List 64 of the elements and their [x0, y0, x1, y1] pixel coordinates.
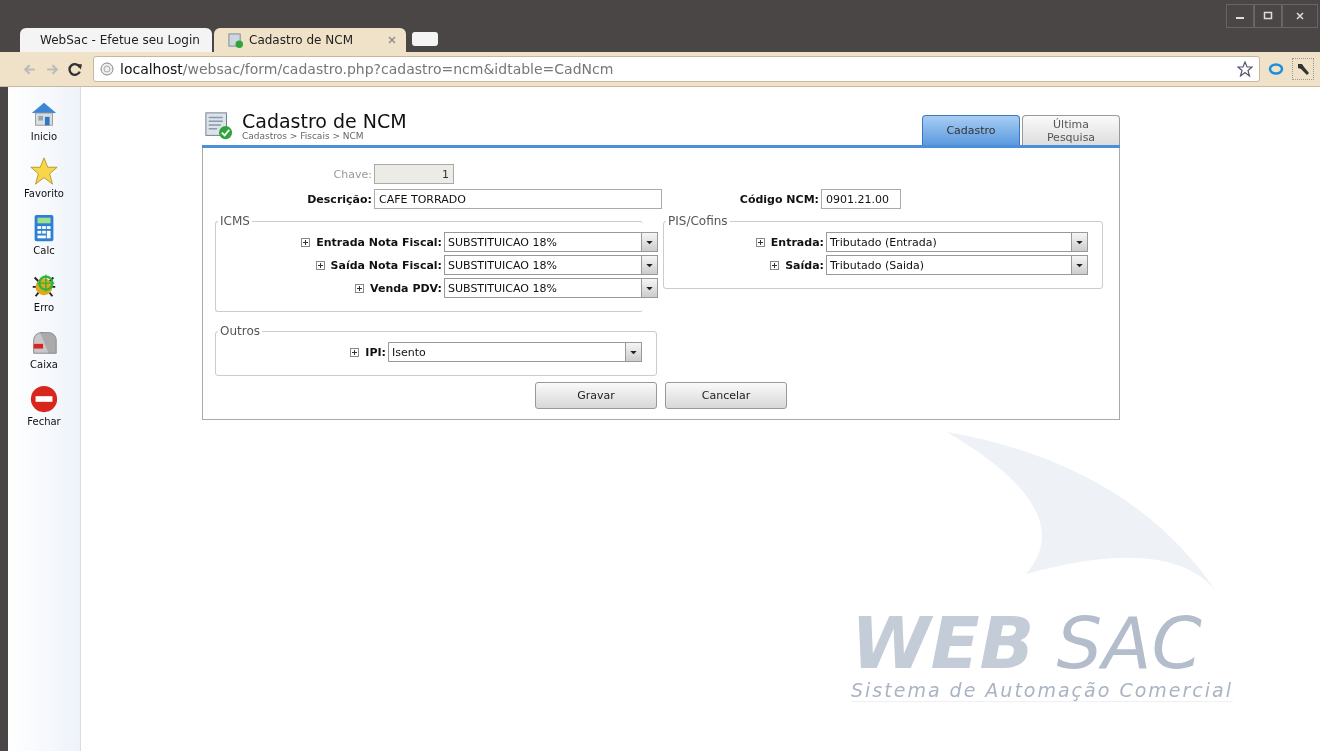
dropdown[interactable]: Tributado (Saida) — [826, 255, 1088, 275]
dropdown[interactable]: SUBSTITUICAO 18% — [444, 278, 658, 298]
tab[interactable]: Cadastro — [922, 115, 1020, 145]
maximize-icon — [1263, 11, 1273, 21]
expand-icon[interactable] — [301, 237, 311, 247]
dropdown[interactable]: Tributado (Entrada) — [826, 232, 1088, 252]
close-icon[interactable] — [388, 36, 396, 44]
sidebar-item[interactable]: Favorito — [24, 156, 64, 199]
sidebar-item[interactable]: Fechar — [27, 384, 61, 427]
input-field[interactable]: CAFE TORRADO — [374, 189, 662, 209]
expand-icon[interactable] — [355, 283, 365, 293]
field-label: Saída: — [785, 258, 824, 272]
star-icon — [29, 156, 59, 186]
dropdown[interactable]: Isento — [388, 342, 642, 362]
brand-logo: WEB SAC — [851, 607, 1202, 679]
field-label: Descrição: — [306, 192, 373, 206]
field-label: Chave: — [332, 167, 373, 181]
caret-icon — [1071, 256, 1087, 274]
globe-icon — [100, 62, 114, 76]
sidebar-item[interactable]: Caixa — [29, 327, 59, 370]
no-entry-icon — [29, 384, 59, 414]
extension-icon[interactable] — [1268, 61, 1284, 77]
tab[interactable]: Última Pesquisa — [1022, 115, 1120, 145]
address-bar[interactable]: localhost/websac/form/cadastro.php?cadastro=ncm&idtable=CadNcm — [93, 56, 1260, 82]
browser-tab[interactable]: WebSac - Efetue seu Login — [20, 28, 212, 52]
caret-icon — [641, 256, 657, 274]
maximize-button[interactable] — [1254, 4, 1282, 28]
expand-icon[interactable] — [315, 260, 325, 270]
wrench-icon[interactable] — [1292, 58, 1314, 80]
close-icon — [1295, 11, 1305, 21]
field-label: Entrada Nota Fiscal: — [316, 235, 442, 249]
field-label: Código NCM: — [738, 192, 820, 206]
close-button[interactable] — [1282, 4, 1318, 28]
field-label: Entrada: — [770, 235, 824, 249]
caret-icon — [625, 343, 641, 361]
logo-tagline: Sistema de Automação Comercial — [851, 679, 1233, 702]
input-field[interactable]: 0901.21.00 — [821, 189, 901, 209]
form-check-icon — [228, 32, 243, 48]
form-check-icon — [204, 111, 234, 141]
expand-icon[interactable] — [770, 260, 780, 270]
field-label: Venda PDV: — [370, 281, 442, 295]
field-label: IPI: — [365, 345, 386, 359]
sidebar-item[interactable]: Inicio — [29, 99, 59, 142]
sidebar-item[interactable]: Calc — [29, 213, 59, 256]
group-title: PIS/Cofins — [667, 214, 729, 228]
group-title: ICMS — [219, 214, 251, 228]
browser-tab[interactable]: Cadastro de NCM — [214, 28, 406, 52]
caret-icon — [641, 279, 657, 297]
expand-icon[interactable] — [350, 347, 360, 357]
breadcrumb: Cadastros > Fiscais > NCM — [242, 131, 365, 141]
reload-icon[interactable] — [68, 61, 83, 77]
field-label: Saída Nota Fiscal: — [330, 258, 442, 272]
cancel-button[interactable]: Cancelar — [665, 382, 787, 409]
page-title: Cadastro de NCM — [242, 111, 408, 131]
expand-icon[interactable] — [755, 237, 765, 247]
dropdown[interactable]: SUBSTITUICAO 18% — [444, 255, 658, 275]
star-icon[interactable] — [1237, 61, 1253, 77]
sidebar-item[interactable]: Erro — [29, 270, 59, 313]
caret-icon — [641, 233, 657, 251]
group-title: Outros — [219, 324, 262, 338]
minimize-button[interactable] — [1226, 4, 1254, 28]
dropdown[interactable]: SUBSTITUICAO 18% — [444, 232, 658, 252]
save-button[interactable]: Gravar — [535, 382, 657, 409]
caret-icon — [1071, 233, 1087, 251]
